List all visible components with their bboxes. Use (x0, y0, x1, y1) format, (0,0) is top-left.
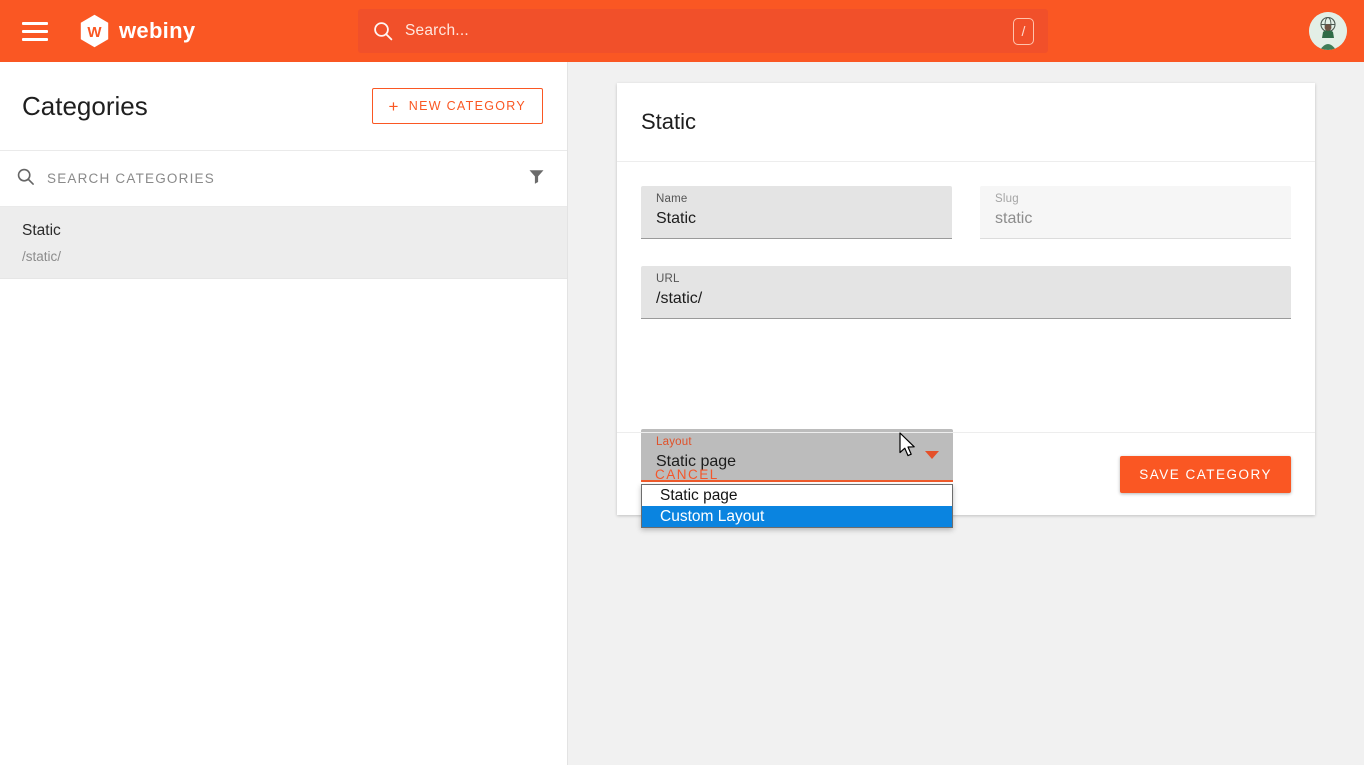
slug-field-label: Slug (995, 193, 1277, 205)
cancel-button[interactable]: CANCEL (651, 457, 723, 492)
search-icon (16, 167, 35, 191)
user-avatar[interactable] (1309, 12, 1347, 50)
url-field-label: URL (656, 273, 1277, 285)
search-shortcut-key: / (1013, 18, 1034, 45)
global-search-bar[interactable]: / (358, 9, 1048, 53)
category-name: Static (22, 222, 545, 240)
plus-icon: + (389, 98, 400, 115)
hamburger-menu-icon[interactable] (18, 14, 52, 48)
new-category-button[interactable]: + NEW CATEGORY (372, 88, 543, 124)
categories-sidebar: Categories + NEW CATEGORY Static /static… (0, 62, 568, 765)
sidebar-search-row (0, 151, 567, 207)
url-field[interactable]: URL (641, 266, 1291, 319)
category-form-card: Static Name Slug URL Layout Static page (617, 83, 1315, 515)
new-category-label: NEW CATEGORY (409, 99, 526, 113)
save-category-button[interactable]: SAVE CATEGORY (1120, 456, 1291, 493)
brand-wordmark: webiny (119, 18, 195, 44)
sidebar-header: Categories + NEW CATEGORY (0, 62, 567, 151)
hamburger-bar (22, 22, 48, 25)
card-body: Name Slug URL Layout Static page Static … (617, 162, 1315, 319)
name-slug-row: Name Slug (641, 186, 1291, 239)
url-field-input[interactable] (656, 290, 1277, 308)
name-field[interactable]: Name (641, 186, 952, 239)
card-title: Static (641, 109, 696, 135)
global-search-input[interactable] (405, 22, 1013, 40)
filter-funnel-icon[interactable] (528, 168, 545, 190)
svg-text:W: W (87, 24, 102, 41)
hamburger-bar (22, 30, 48, 33)
card-action-bar: CANCEL SAVE CATEGORY (617, 432, 1315, 515)
webiny-hexagon-logo-icon: W (79, 14, 110, 48)
name-field-label: Name (656, 193, 938, 205)
page-title: Categories (22, 91, 148, 122)
slug-field-input (995, 210, 1277, 228)
hamburger-bar (22, 38, 48, 41)
name-field-input[interactable] (656, 210, 938, 228)
category-slug: /static/ (22, 249, 545, 264)
card-header: Static (617, 83, 1315, 162)
search-categories-input[interactable] (47, 171, 516, 186)
category-list-item-static[interactable]: Static /static/ (0, 207, 567, 279)
slug-field[interactable]: Slug (980, 186, 1291, 239)
search-icon (372, 20, 394, 42)
top-app-bar: W webiny / (0, 0, 1364, 62)
brand-logo[interactable]: W webiny (79, 14, 195, 48)
